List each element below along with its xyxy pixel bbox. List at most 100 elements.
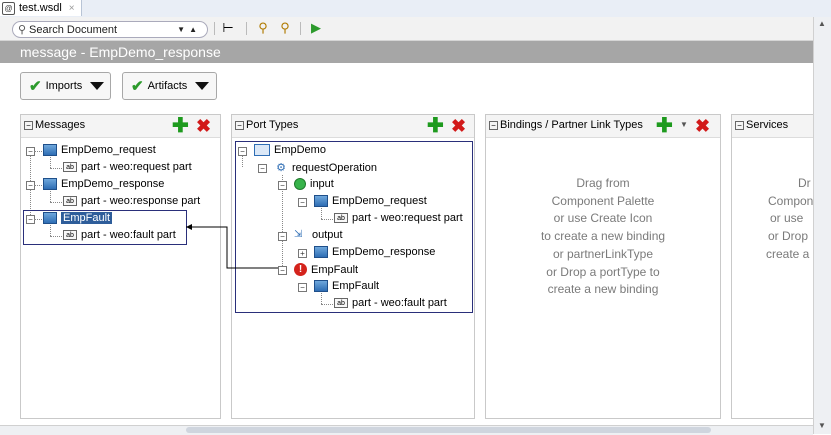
hint-line: Compon [768, 193, 813, 208]
port-types-panel-title: Port Types [246, 119, 299, 131]
operation-name: requestOperation [292, 162, 377, 174]
toolbar-separator [214, 22, 215, 35]
fault-part-item[interactable]: ab part - weo:fault part [334, 297, 447, 309]
operation-item[interactable]: ⚙ requestOperation [274, 161, 377, 175]
collapse-node-icon[interactable]: − [258, 164, 267, 173]
part-item[interactable]: ab part - weo:fault part [63, 229, 176, 241]
tree-connector [50, 225, 51, 236]
input-message-item[interactable]: EmpDemo_request [314, 195, 427, 207]
port-type-icon [254, 144, 270, 156]
part-name: part - weo:fault part [81, 229, 176, 241]
collapse-panel-icon[interactable]: − [235, 121, 244, 130]
run-icon[interactable]: ▶ [308, 20, 324, 36]
message-item[interactable]: EmpFault [43, 212, 113, 224]
editor-tab-bar [0, 0, 831, 18]
expand-node-icon[interactable]: + [298, 249, 307, 258]
input-icon [294, 178, 306, 190]
hint-line: or use Create Icon [553, 211, 653, 226]
hint-line: or partnerLinkType [552, 246, 654, 261]
hint-line: or Drop a portType to [546, 264, 660, 279]
collapse-panel-icon[interactable]: − [489, 121, 498, 130]
collapse-panel-icon[interactable]: − [735, 121, 744, 130]
collapse-node-icon[interactable]: − [278, 181, 287, 190]
expand-tree-icon[interactable]: ⚲ [255, 20, 271, 36]
fault-part-name: part - weo:fault part [352, 297, 447, 309]
message-item[interactable]: EmpDemo_request [43, 144, 156, 156]
add-message-icon[interactable]: ✚ [172, 116, 189, 136]
bindings-panel: − Bindings / Partner Link Types ✚ ▼ ✖ Dr… [485, 114, 721, 419]
collapse-node-icon[interactable]: − [298, 198, 307, 207]
dropdown-arrow-icon [195, 82, 210, 90]
operation-icon: ⚙ [276, 162, 286, 174]
tree-connector [50, 202, 62, 203]
output-message-name: EmpDemo_response [332, 246, 436, 258]
part-icon: ab [63, 196, 77, 206]
message-name-selected: EmpFault [61, 212, 113, 224]
message-item[interactable]: EmpDemo_response [43, 178, 164, 190]
fault-message-name: EmpFault [332, 280, 380, 292]
delete-binding-icon[interactable]: ✖ [695, 117, 710, 135]
search-icon: ⚲ [17, 24, 27, 36]
toolbar-separator [300, 22, 301, 35]
search-field[interactable]: ⚲ Search Document ▼▲ [12, 21, 208, 38]
hint-line: Component Palette [551, 193, 655, 208]
file-tab-label: test.wsdl [19, 2, 62, 14]
vertical-scrollbar[interactable]: ▲ ▼ [813, 17, 831, 434]
services-panel-header: − Services [732, 115, 813, 138]
add-options-dropdown-icon[interactable]: ▼ [680, 120, 688, 129]
output-name: output [312, 229, 343, 241]
collapse-node-icon[interactable]: − [238, 147, 247, 156]
fault-message-item[interactable]: EmpFault [314, 280, 379, 292]
input-name: input [310, 178, 334, 190]
services-panel: − Services Dr Compon or use or Drop crea… [731, 114, 813, 419]
file-tab[interactable]: @ test.wsdl × [0, 0, 82, 16]
artifacts-button[interactable]: ✔ Artifacts [122, 72, 217, 100]
input-part-name: part - weo:request part [352, 212, 463, 224]
part-item[interactable]: ab part - weo:response part [63, 195, 200, 207]
scroll-down-icon[interactable]: ▼ [818, 421, 826, 430]
output-icon: ⇲ [294, 229, 303, 240]
input-part-item[interactable]: ab part - weo:request part [334, 212, 463, 224]
output-item[interactable]: ⇲ output [294, 229, 343, 241]
port-types-panel-header: − Port Types ✚ ✖ [232, 115, 474, 138]
input-item[interactable]: input [294, 178, 334, 190]
part-icon: ab [334, 213, 348, 223]
part-item[interactable]: ab part - weo:request part [63, 161, 192, 173]
hint-line: Drag from [576, 176, 630, 190]
imports-button[interactable]: ✔ Imports [20, 72, 111, 100]
close-tab-icon[interactable]: × [69, 3, 75, 14]
checkmark-icon: ✔ [29, 78, 42, 95]
collapse-node-icon[interactable]: − [298, 283, 307, 292]
tree-connector [50, 191, 51, 202]
add-binding-icon[interactable]: ✚ [656, 116, 673, 136]
horizontal-scroll-thumb[interactable] [186, 427, 711, 433]
delete-port-type-icon[interactable]: ✖ [451, 117, 466, 135]
bindings-panel-title: Bindings / Partner Link Types [500, 119, 643, 131]
messages-panel-header: − Messages ✚ ✖ [21, 115, 220, 138]
message-icon [43, 144, 57, 156]
wsdl-file-icon: @ [2, 1, 15, 15]
fault-item[interactable]: ! EmpFault [294, 263, 358, 276]
tree-connector [50, 168, 62, 169]
tree-connector [50, 236, 62, 237]
part-icon: ab [334, 298, 348, 308]
scroll-up-icon[interactable]: ▲ [818, 19, 826, 28]
collapse-tree-icon[interactable]: ⚲ [277, 20, 293, 36]
fault-icon: ! [294, 263, 307, 276]
search-navigate-arrows-icon[interactable]: ▼▲ [177, 25, 201, 34]
output-message-item[interactable]: EmpDemo_response [314, 246, 435, 258]
add-port-type-icon[interactable]: ✚ [427, 116, 444, 136]
collapse-panel-icon[interactable]: − [24, 121, 33, 130]
hint-line: or Drop [768, 229, 809, 244]
message-icon [43, 178, 57, 190]
search-input[interactable]: Search Document [29, 24, 177, 36]
part-name: part - weo:response part [81, 195, 201, 207]
port-type-item[interactable]: EmpDemo [254, 144, 326, 156]
align-icon[interactable]: ⊢ [220, 20, 236, 36]
tree-connector [321, 208, 322, 219]
delete-message-icon[interactable]: ✖ [196, 117, 211, 135]
page-title: message - EmpDemo_response [20, 44, 221, 60]
message-name: EmpDemo_response [61, 178, 165, 190]
bindings-panel-header: − Bindings / Partner Link Types ✚ ▼ ✖ [486, 115, 720, 138]
tree-connector [50, 157, 51, 168]
